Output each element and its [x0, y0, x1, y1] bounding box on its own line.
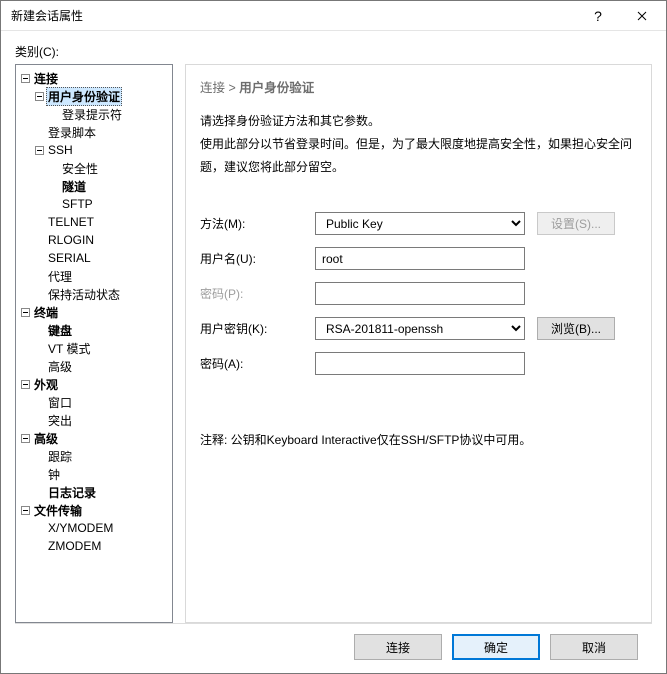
- tree-item-login-prompt[interactable]: 登录提示符: [18, 105, 170, 123]
- tree-item-advanced[interactable]: 高级: [18, 429, 170, 447]
- row-passphrase: 密码(A):: [200, 352, 637, 375]
- tree-item-serial[interactable]: SERIAL: [18, 249, 170, 267]
- browse-button[interactable]: 浏览(B)...: [537, 317, 615, 340]
- row-username: 用户名(U):: [200, 247, 637, 270]
- collapse-icon: [35, 146, 44, 155]
- tree-item-logging[interactable]: 日志记录: [18, 483, 170, 501]
- tree-item-appearance[interactable]: 外观: [18, 375, 170, 393]
- tree-item-highlight[interactable]: 突出: [18, 411, 170, 429]
- tree-item-file-transfer[interactable]: 文件传输: [18, 501, 170, 519]
- close-icon: [637, 11, 647, 21]
- tree-item-login-script[interactable]: 登录脚本: [18, 123, 170, 141]
- collapse-icon: [21, 434, 30, 443]
- help-button[interactable]: ?: [576, 1, 620, 30]
- breadcrumb-root: 连接: [200, 81, 225, 95]
- category-label: 类别(C):: [15, 43, 652, 60]
- tree-item-zmodem[interactable]: ZMODEM: [18, 537, 170, 555]
- description: 请选择身份验证方法和其它参数。 使用此部分以节省登录时间。但是，为了最大限度地提…: [200, 110, 637, 178]
- connect-button[interactable]: 连接: [354, 634, 442, 660]
- description-line2: 使用此部分以节省登录时间。但是，为了最大限度地提高安全性，如果担心安全问题，建议…: [200, 133, 637, 179]
- description-line1: 请选择身份验证方法和其它参数。: [200, 110, 637, 133]
- dialog-window: 新建会话属性 ? 类别(C): 连接 用户身份验证 登录提示符: [0, 0, 667, 674]
- category-tree[interactable]: 连接 用户身份验证 登录提示符 登录脚本 SSH 安全性: [15, 64, 173, 623]
- settings-panel: 连接 > 用户身份验证 请选择身份验证方法和其它参数。 使用此部分以节省登录时间…: [185, 64, 652, 623]
- tree-item-security[interactable]: 安全性: [18, 159, 170, 177]
- tree-item-terminal-advanced[interactable]: 高级: [18, 357, 170, 375]
- row-password: 密码(P):: [200, 282, 637, 305]
- tree-item-proxy[interactable]: 代理: [18, 267, 170, 285]
- method-select[interactable]: Public Key: [315, 212, 525, 235]
- collapse-icon: [21, 506, 30, 515]
- tree-item-telnet[interactable]: TELNET: [18, 213, 170, 231]
- breadcrumb-sep: >: [229, 81, 236, 95]
- tree-item-terminal[interactable]: 终端: [18, 303, 170, 321]
- row-method: 方法(M): Public Key 设置(S)...: [200, 212, 637, 235]
- userkey-select[interactable]: RSA-201811-openssh: [315, 317, 525, 340]
- username-input[interactable]: [315, 247, 525, 270]
- tree-item-tunnel[interactable]: 隧道: [18, 177, 170, 195]
- window-title: 新建会话属性: [11, 7, 576, 24]
- collapse-icon: [35, 92, 44, 101]
- panes: 连接 用户身份验证 登录提示符 登录脚本 SSH 安全性: [15, 64, 652, 623]
- dialog-body: 类别(C): 连接 用户身份验证 登录提示符 登录脚本 SSH: [1, 31, 666, 673]
- close-button[interactable]: [620, 1, 664, 30]
- tree-item-connection[interactable]: 连接: [18, 69, 170, 87]
- breadcrumb: 连接 > 用户身份验证: [200, 77, 637, 96]
- collapse-icon: [21, 308, 30, 317]
- username-label: 用户名(U):: [200, 250, 315, 267]
- settings-button: 设置(S)...: [537, 212, 615, 235]
- tree-item-trace[interactable]: 跟踪: [18, 447, 170, 465]
- password-input: [315, 282, 525, 305]
- tree-item-window[interactable]: 窗口: [18, 393, 170, 411]
- cancel-button[interactable]: 取消: [550, 634, 638, 660]
- tree-item-ssh[interactable]: SSH: [18, 141, 170, 159]
- breadcrumb-current: 用户身份验证: [239, 81, 314, 95]
- method-label: 方法(M):: [200, 215, 315, 232]
- password-label: 密码(P):: [200, 285, 315, 302]
- tree-item-vt-mode[interactable]: VT 模式: [18, 339, 170, 357]
- ok-button[interactable]: 确定: [452, 634, 540, 660]
- tree-item-user-auth[interactable]: 用户身份验证: [18, 87, 170, 105]
- tree-item-sftp[interactable]: SFTP: [18, 195, 170, 213]
- row-userkey: 用户密钥(K): RSA-201811-openssh 浏览(B)...: [200, 317, 637, 340]
- tree-item-xymodem[interactable]: X/YMODEM: [18, 519, 170, 537]
- collapse-icon: [21, 380, 30, 389]
- dialog-footer: 连接 确定 取消: [15, 623, 652, 673]
- note-text: 注释: 公钥和Keyboard Interactive仅在SSH/SFTP协议中…: [200, 431, 637, 448]
- userkey-label: 用户密钥(K):: [200, 320, 315, 337]
- titlebar: 新建会话属性 ?: [1, 1, 666, 31]
- passphrase-label: 密码(A):: [200, 355, 315, 372]
- collapse-icon: [21, 74, 30, 83]
- tree-item-keepalive[interactable]: 保持活动状态: [18, 285, 170, 303]
- tree-item-rlogin[interactable]: RLOGIN: [18, 231, 170, 249]
- tree-item-bell[interactable]: 钟: [18, 465, 170, 483]
- passphrase-input[interactable]: [315, 352, 525, 375]
- tree-item-keyboard[interactable]: 键盘: [18, 321, 170, 339]
